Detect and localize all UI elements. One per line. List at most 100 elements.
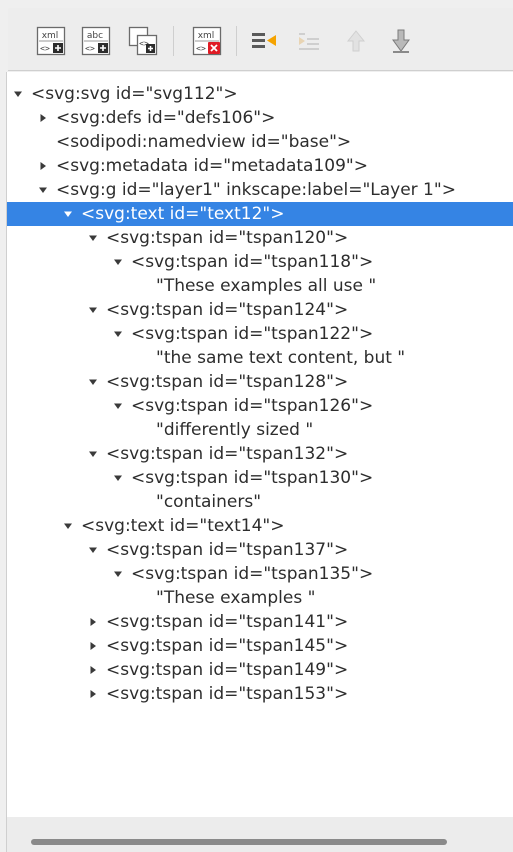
svg-text:abc: abc (87, 31, 103, 41)
expander-collapsed-icon[interactable] (86, 682, 100, 706)
tree-row-label: <sodipodi:namedview id="base"> (56, 132, 352, 152)
expander-expanded-icon[interactable] (86, 298, 100, 322)
svg-text:<>: <> (85, 44, 95, 53)
tree-row-label: <svg:svg id="svg112"> (31, 84, 238, 104)
indent-node-button[interactable] (292, 25, 326, 57)
tree-row-label: <svg:tspan id="tspan132"> (106, 444, 349, 464)
tree-row-label: <svg:text id="text14"> (81, 516, 285, 536)
tree-row[interactable]: "the same text content, but " (7, 346, 513, 370)
new-text-node-icon: abc <> (81, 26, 111, 56)
horizontal-scrollbar[interactable] (6, 817, 513, 852)
expander-expanded-icon[interactable] (61, 202, 75, 226)
tree-row[interactable]: <svg:defs id="defs106"> (7, 106, 513, 130)
duplicate-node-button[interactable]: <> (126, 25, 160, 57)
tree-row-label: <svg:tspan id="tspan128"> (106, 372, 349, 392)
tree-row-label: <svg:g id="layer1" inkscape:label="Layer… (56, 180, 456, 200)
tree-row-label: <svg:tspan id="tspan130"> (131, 468, 374, 488)
tree-row[interactable]: <svg:svg id="svg112"> (7, 82, 513, 106)
duplicate-node-icon: <> (128, 26, 158, 56)
tree-row[interactable]: "containers" (7, 490, 513, 514)
svg-text:xml: xml (198, 31, 215, 41)
expander-expanded-icon[interactable] (36, 178, 50, 202)
svg-text:xml: xml (42, 31, 59, 41)
xml-editor-toolbar: xml <> abc <> <> xml <> (8, 8, 513, 71)
expander-collapsed-icon[interactable] (36, 106, 50, 130)
tree-row-label: <svg:tspan id="tspan126"> (131, 396, 374, 416)
tree-row-label: <svg:text id="text12"> (81, 204, 285, 224)
tree-row[interactable]: <svg:tspan id="tspan128"> (7, 370, 513, 394)
delete-node-icon: xml <> (192, 26, 222, 56)
expander-expanded-icon[interactable] (86, 442, 100, 466)
tree-row[interactable]: <svg:tspan id="tspan153"> (7, 682, 513, 706)
indent-node-icon (299, 33, 319, 50)
tree-row-label: "differently sized " (156, 420, 314, 440)
expander-expanded-icon[interactable] (11, 82, 25, 106)
horizontal-scrollbar-thumb[interactable] (31, 839, 447, 845)
delete-node-button[interactable]: xml <> (190, 25, 224, 57)
tree-row-label: "containers" (156, 492, 262, 512)
tree-row[interactable]: <svg:metadata id="metadata109"> (7, 154, 513, 178)
new-text-node-button[interactable]: abc <> (79, 25, 113, 57)
tree-row-label: "the same text content, but " (156, 348, 406, 368)
tree-row-label: "These examples " (156, 588, 316, 608)
xml-node-tree[interactable]: <svg:svg id="svg112"> <svg:defs id="defs1… (6, 72, 513, 817)
raise-node-button[interactable] (339, 25, 373, 57)
tree-row[interactable]: <svg:tspan id="tspan135"> (7, 562, 513, 586)
expander-collapsed-icon[interactable] (86, 634, 100, 658)
tree-row-label: <svg:tspan id="tspan124"> (106, 300, 349, 320)
toolbar-separator (236, 26, 237, 56)
tree-row-label: <svg:tspan id="tspan120"> (106, 228, 349, 248)
tree-row-label: <svg:tspan id="tspan145"> (106, 636, 349, 656)
tree-row[interactable]: <svg:tspan id="tspan145"> (7, 634, 513, 658)
tree-row-label: <svg:defs id="defs106"> (56, 108, 276, 128)
tree-row-label: <svg:metadata id="metadata109"> (56, 156, 368, 176)
svg-text:<>: <> (196, 44, 206, 53)
tree-row[interactable]: <svg:tspan id="tspan122"> (7, 322, 513, 346)
expander-expanded-icon[interactable] (111, 250, 125, 274)
tree-row-label: <svg:tspan id="tspan135"> (131, 564, 374, 584)
tree-row[interactable]: <svg:tspan id="tspan126"> (7, 394, 513, 418)
expander-expanded-icon[interactable] (111, 562, 125, 586)
lower-node-icon (392, 29, 410, 53)
tree-row[interactable]: <svg:tspan id="tspan149"> (7, 658, 513, 682)
tree-row[interactable]: <svg:tspan id="tspan141"> (7, 610, 513, 634)
unindent-node-icon (252, 33, 276, 48)
expander-expanded-icon[interactable] (111, 466, 125, 490)
svg-text:<>: <> (40, 44, 50, 53)
tree-row-label: <svg:tspan id="tspan153"> (106, 684, 349, 704)
tree-row-label: <svg:tspan id="tspan122"> (131, 324, 374, 344)
expander-expanded-icon[interactable] (111, 394, 125, 418)
expander-collapsed-icon[interactable] (86, 610, 100, 634)
tree-row[interactable]: <sodipodi:namedview id="base"> (7, 130, 513, 154)
expander-expanded-icon[interactable] (111, 322, 125, 346)
expander-collapsed-icon[interactable] (36, 154, 50, 178)
lower-node-button[interactable] (384, 25, 418, 57)
expander-expanded-icon[interactable] (86, 538, 100, 562)
tree-row[interactable]: <svg:tspan id="tspan120"> (7, 226, 513, 250)
tree-row[interactable]: <svg:tspan id="tspan124"> (7, 298, 513, 322)
tree-row-selected[interactable]: <svg:text id="text12"> (7, 202, 513, 226)
raise-node-icon (346, 30, 366, 52)
expander-expanded-icon[interactable] (86, 226, 100, 250)
tree-row[interactable]: "differently sized " (7, 418, 513, 442)
tree-row-label: <svg:tspan id="tspan149"> (106, 660, 349, 680)
new-element-node-button[interactable]: xml <> (34, 25, 68, 57)
expander-expanded-icon[interactable] (61, 514, 75, 538)
toolbar-separator (173, 26, 174, 56)
tree-row-label: <svg:tspan id="tspan137"> (106, 540, 349, 560)
tree-row[interactable]: <svg:g id="layer1" inkscape:label="Layer… (7, 178, 513, 202)
tree-row[interactable]: <svg:text id="text14"> (7, 514, 513, 538)
xml-editor-panel: xml <> abc <> <> xml <> <svg:svg id="svg… (0, 0, 513, 852)
tree-row-label: "These examples all use " (156, 276, 377, 296)
tree-row[interactable]: <svg:tspan id="tspan130"> (7, 466, 513, 490)
tree-row[interactable]: "These examples " (7, 586, 513, 610)
unindent-node-button[interactable] (247, 25, 281, 57)
tree-row-label: <svg:tspan id="tspan118"> (131, 252, 374, 272)
new-element-node-icon: xml <> (36, 26, 66, 56)
tree-row[interactable]: <svg:tspan id="tspan118"> (7, 250, 513, 274)
tree-row[interactable]: "These examples all use " (7, 274, 513, 298)
tree-row[interactable]: <svg:tspan id="tspan132"> (7, 442, 513, 466)
expander-collapsed-icon[interactable] (86, 658, 100, 682)
expander-expanded-icon[interactable] (86, 370, 100, 394)
tree-row[interactable]: <svg:tspan id="tspan137"> (7, 538, 513, 562)
